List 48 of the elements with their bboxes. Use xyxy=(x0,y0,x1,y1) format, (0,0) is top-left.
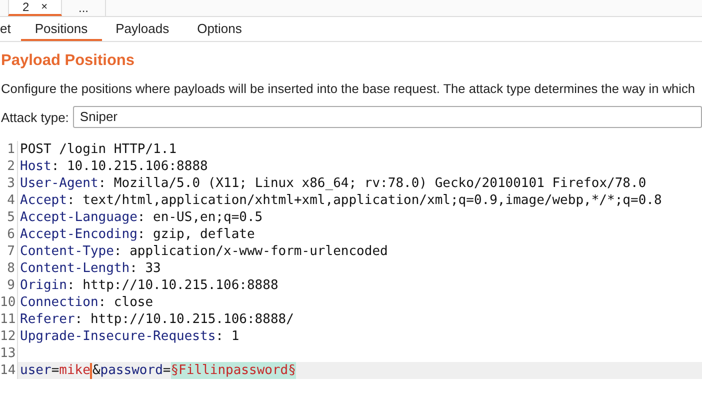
line-number: 10 xyxy=(0,294,18,311)
line-number: 13 xyxy=(0,345,18,362)
close-tab-button[interactable]: × xyxy=(41,0,48,14)
text-cursor xyxy=(90,362,92,378)
header-name: Origin xyxy=(20,277,67,294)
section-tab[interactable]: Options xyxy=(183,17,256,41)
line-number: 12 xyxy=(0,328,18,345)
code-text: : text/html,application/xhtml+xml,application/xml;q=0.9,image/webp,*/*;q=0.8 xyxy=(66,192,662,209)
header-name: Accept-Encoding xyxy=(20,226,138,243)
header-name: User-Agent xyxy=(20,175,98,192)
header-name: Connection xyxy=(20,294,98,311)
code-text: : en-US,en;q=0.5 xyxy=(137,209,263,226)
code-text: : 1 xyxy=(216,328,240,345)
request-tab[interactable]: ... xyxy=(62,0,106,16)
header-name: Accept xyxy=(20,192,67,209)
param-value: mike xyxy=(59,362,90,379)
code-text: : http://10.10.215.106:8888/ xyxy=(74,311,294,328)
code-text: & xyxy=(92,362,100,379)
line-number: 14 xyxy=(0,362,18,379)
request-tab[interactable]: 2 × xyxy=(8,0,62,16)
code-text: : application/x-www-form-urlencoded xyxy=(114,243,388,260)
code-text: : http://10.10.215.106:8888 xyxy=(66,277,278,294)
attack-type-label: Attack type: xyxy=(1,110,69,124)
code-text: POST /login HTTP/1.1 xyxy=(20,141,177,158)
header-name: Content-Type xyxy=(20,243,114,260)
code-text: : Mozilla/5.0 (X11; Linux x86_64; rv:78.0) Gecko/20100101 Firefox/78.0 xyxy=(98,175,646,192)
section-tab[interactable]: Payloads xyxy=(102,17,184,41)
section-tab[interactable]: Positions xyxy=(20,17,102,41)
header-name: password xyxy=(100,362,163,379)
section-tab[interactable]: et xyxy=(0,17,21,41)
header-name: Host xyxy=(20,158,52,175)
attack-type-dropdown[interactable]: Sniper xyxy=(72,106,702,128)
code-text: : 10.10.215.106:8888 xyxy=(51,158,208,175)
description-text: Configure the positions where payloads will be inserted into the base request. The attack type determines the way in which xyxy=(1,81,696,96)
code-text: : gzip, deflate xyxy=(137,226,255,243)
header-name: Upgrade-Insecure-Requests xyxy=(20,328,216,345)
request-editor[interactable] xyxy=(0,139,702,379)
code-text: : 33 xyxy=(130,260,161,277)
code-text: = xyxy=(162,362,171,379)
header-name: Accept-Language xyxy=(20,209,138,226)
header-name: user xyxy=(20,362,52,379)
payload-marker: §Fillinpassword§ xyxy=(170,362,296,379)
code-text: : close xyxy=(98,294,154,311)
header-name: Referer xyxy=(20,311,75,328)
code-text: = xyxy=(51,362,60,379)
header-name: Content-Length xyxy=(20,260,130,277)
section-heading: Payload Positions xyxy=(1,52,136,70)
line-number: 11 xyxy=(0,311,18,328)
